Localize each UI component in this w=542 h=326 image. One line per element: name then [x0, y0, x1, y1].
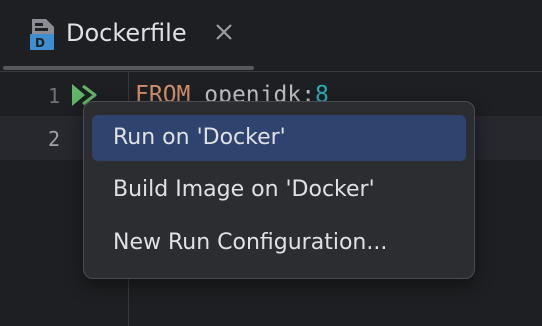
- editor-tab-bar: D Dockerfile: [0, 0, 542, 72]
- tab-dockerfile[interactable]: D Dockerfile: [0, 0, 254, 72]
- menu-item-build-image[interactable]: Build Image on 'Docker': [92, 167, 466, 213]
- active-tab-indicator: [3, 66, 254, 70]
- svg-text:D: D: [35, 36, 45, 50]
- close-icon[interactable]: [214, 22, 234, 42]
- tab-title: Dockerfile: [66, 19, 187, 47]
- run-context-menu: Run on 'Docker' Build Image on 'Docker' …: [83, 101, 475, 279]
- line-number-1: 1: [47, 84, 60, 108]
- menu-item-run-on-docker[interactable]: Run on 'Docker': [92, 115, 466, 161]
- line-number-2: 2: [47, 127, 60, 151]
- dockerfile-file-icon: D: [30, 19, 54, 50]
- menu-item-new-run-configuration[interactable]: New Run Configuration...: [92, 220, 466, 266]
